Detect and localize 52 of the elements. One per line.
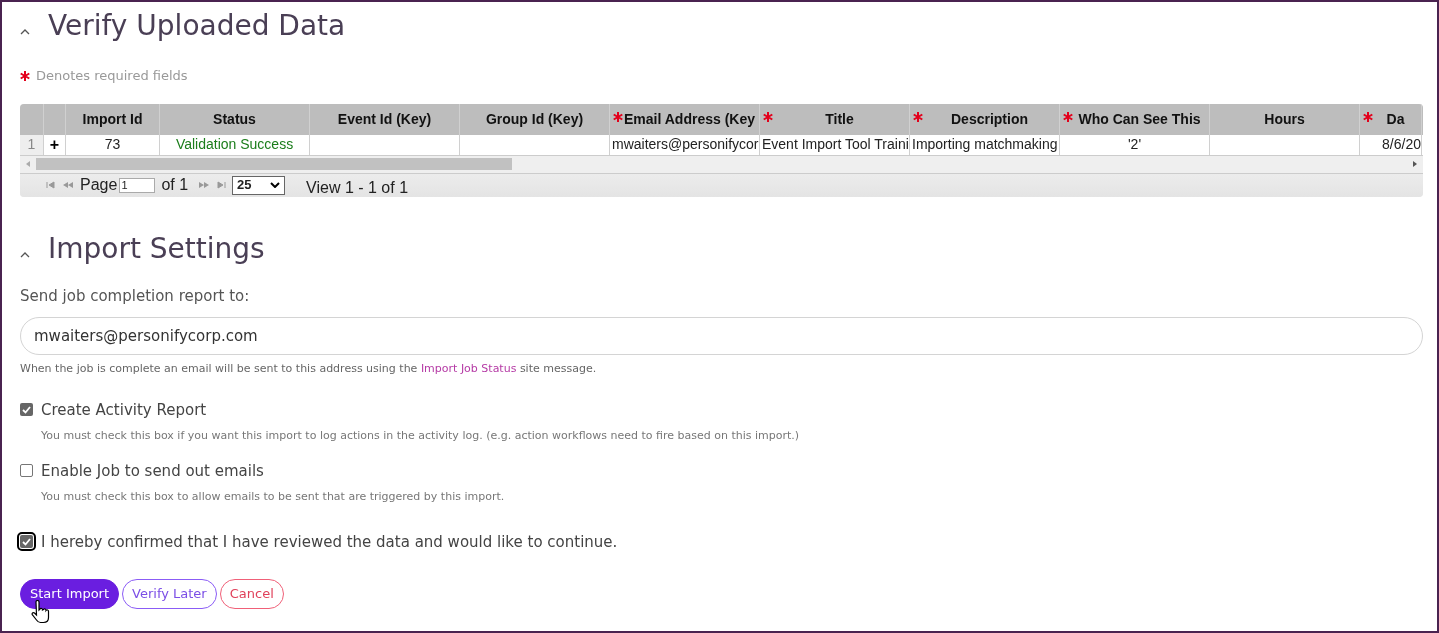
column-header: Title <box>824 109 854 129</box>
table-cell: 73 <box>66 134 160 155</box>
column-header: Group Id (Key) <box>460 103 610 135</box>
verify-later-button[interactable]: Verify Later <box>122 579 217 609</box>
row-number: 1 <box>20 134 44 155</box>
column-header: Event Id (Key) <box>310 103 460 135</box>
page-input[interactable]: 1 <box>119 177 156 193</box>
help-text: You must check this box to allow emails to be sent that are triggered by this import. <box>41 489 506 505</box>
column-header: Da <box>1385 109 1405 129</box>
next-page-icon[interactable] <box>198 181 211 189</box>
start-import-button[interactable]: Start Import <box>20 579 120 609</box>
hand-pointer-icon <box>30 600 50 624</box>
last-page-icon[interactable] <box>216 181 227 189</box>
scrollbar-thumb[interactable] <box>36 158 512 170</box>
link[interactable]: Import Job Status <box>420 362 517 375</box>
checkbox-label[interactable]: I hereby confirmed that I have reviewed the data and would like to continue. <box>41 530 618 553</box>
first-page-icon[interactable] <box>46 181 56 189</box>
page-label: Page <box>80 175 118 195</box>
section-heading: Import Settings <box>48 230 265 267</box>
table-cell: 8/6/20 <box>1360 134 1422 155</box>
field-label: Send job completion report to: <box>20 285 251 307</box>
collapse-chevron-icon[interactable] <box>20 29 30 35</box>
table-cell: Importing matchmaking <box>910 134 1060 155</box>
table-cell: Validation Success <box>160 134 310 155</box>
required-asterisk-icon <box>20 70 30 81</box>
table-cell: '2' <box>1060 134 1210 155</box>
page-count: of 1 <box>161 175 189 195</box>
column-header: Status <box>160 103 310 135</box>
section-heading: Verify Uploaded Data <box>48 8 346 44</box>
checkbox[interactable] <box>20 464 33 478</box>
help-text: When the job is complete an email will be sent to this address using the Import Job Status site message. <box>20 361 598 377</box>
collapse-chevron-icon[interactable] <box>20 251 30 258</box>
cancel-button[interactable]: Cancel <box>219 579 284 609</box>
checkbox-label[interactable]: Create Activity Report <box>41 398 207 421</box>
column-header: Who Can See This <box>1077 109 1201 129</box>
column-header: Description <box>950 109 1028 129</box>
column-header: Hours <box>1210 103 1360 135</box>
previous-page-icon[interactable] <box>62 181 74 189</box>
checkbox[interactable] <box>20 403 33 417</box>
table-cell: Event Import Tool Traini <box>760 134 910 155</box>
page-size-select[interactable]: 25 <box>232 175 286 195</box>
checkbox-label[interactable]: Enable Job to send out emails <box>41 459 264 482</box>
checkbox[interactable] <box>20 535 33 549</box>
dropdown-caret-icon <box>270 182 281 188</box>
record-count: View 1 - 1 of 1 <box>306 178 409 197</box>
expand-row-button[interactable]: + <box>44 134 66 155</box>
email-input[interactable]: mwaiters@personifycorp.com <box>20 317 1423 355</box>
required-note: Denotes required fields <box>36 67 188 85</box>
column-header: Email Address (Key <box>623 109 755 129</box>
table-cell: mwaiters@personifycor <box>610 134 760 155</box>
help-text: You must check this box if you want this import to log actions in the activity log. (e.g. action workflows need to fire based on this import.) <box>41 428 801 444</box>
column-header: Import Id <box>66 103 160 135</box>
